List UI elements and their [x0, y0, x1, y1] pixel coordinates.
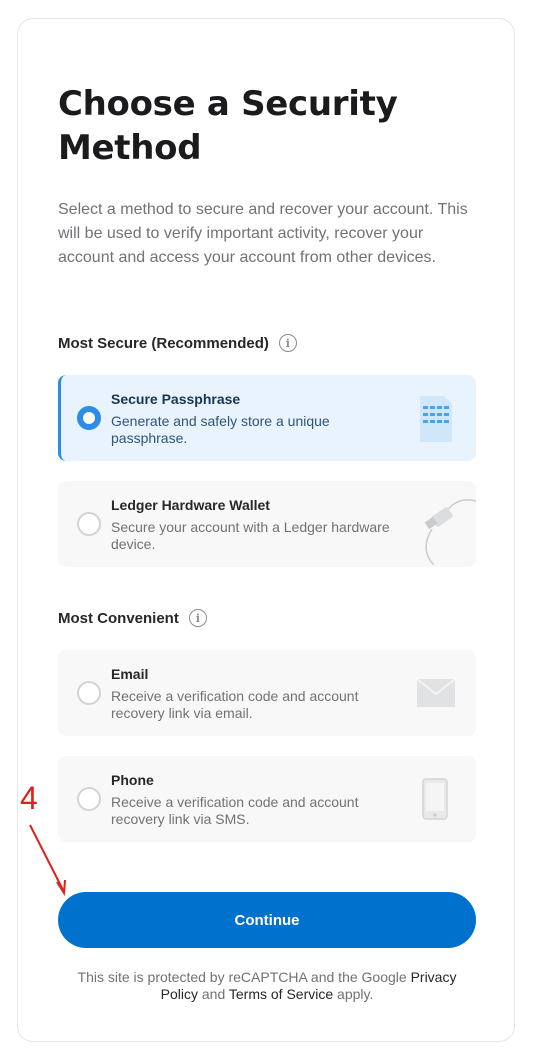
radio-unselected[interactable]: [77, 787, 101, 811]
radio-unselected[interactable]: [77, 512, 101, 536]
option-description: Receive a verification code and account …: [111, 688, 359, 721]
info-icon[interactable]: i: [278, 334, 297, 352]
option-secure-passphrase[interactable]: Secure Passphrase Generate and safely st…: [58, 375, 476, 461]
annotation-step-number: 4: [20, 780, 38, 816]
option-description: Receive a verification code and account …: [111, 794, 359, 827]
option-title: Phone: [111, 772, 154, 788]
recaptcha-footer: This site is protected by reCAPTCHA and …: [58, 969, 476, 1003]
passphrase-doc-icon: [420, 396, 452, 442]
footer-text: and: [198, 986, 229, 1002]
option-phone[interactable]: Phone Receive a verification code and ac…: [58, 756, 476, 842]
footer-text: This site is protected by reCAPTCHA and …: [77, 969, 411, 985]
phone-icon: [422, 778, 448, 820]
option-title: Email: [111, 666, 149, 682]
terms-of-service-link[interactable]: Terms of Service: [229, 986, 333, 1002]
page-title: Choose a Security Method: [58, 84, 398, 168]
option-description: Secure your account with a Ledger hardwa…: [111, 519, 390, 552]
envelope-icon: [417, 679, 455, 707]
option-title: Ledger Hardware Wallet: [111, 497, 270, 513]
section-label: Most Convenient: [58, 609, 179, 627]
page-description: Select a method to secure and recover yo…: [58, 201, 468, 266]
radio-unselected[interactable]: [77, 681, 101, 705]
ledger-usb-icon: [424, 499, 476, 565]
option-description: Generate and safely store a unique passp…: [111, 413, 330, 446]
option-ledger-wallet[interactable]: Ledger Hardware Wallet Secure your accou…: [58, 481, 476, 567]
annotation-arrow-icon: [29, 824, 66, 897]
radio-selected[interactable]: [77, 406, 101, 430]
section-label: Most Secure (Recommended): [58, 334, 269, 352]
option-email[interactable]: Email Receive a verification code and ac…: [58, 650, 476, 736]
footer-text: apply.: [333, 986, 374, 1002]
continue-button[interactable]: Continue: [58, 892, 476, 948]
section-most-convenient: Most Convenient i: [58, 609, 207, 627]
section-most-secure: Most Secure (Recommended) i: [58, 334, 297, 352]
option-title: Secure Passphrase: [111, 391, 241, 407]
info-icon[interactable]: i: [188, 609, 207, 627]
